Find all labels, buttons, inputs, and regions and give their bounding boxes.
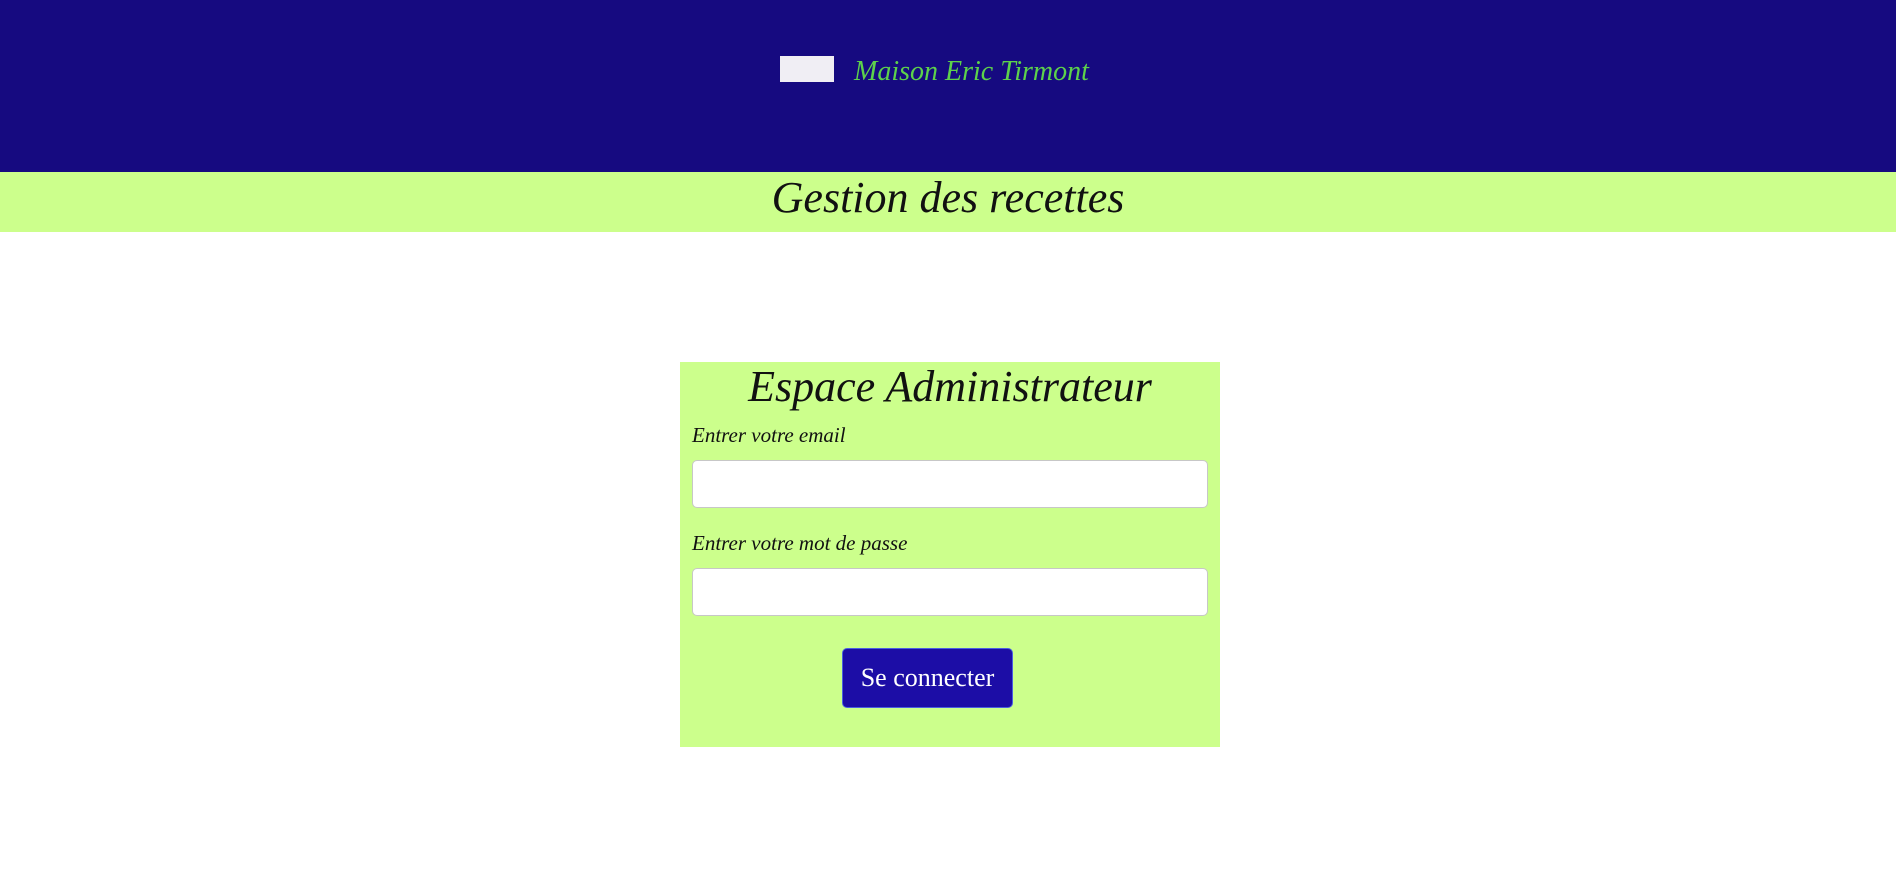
password-label: Entrer votre mot de passe xyxy=(692,531,908,555)
email-field[interactable] xyxy=(692,460,1208,508)
login-button[interactable]: Se connecter xyxy=(842,648,1013,708)
site-header: Maison Eric Tirmont xyxy=(0,0,1896,172)
email-label: Entrer votre email xyxy=(692,423,846,447)
admin-login-form: Espace Administrateur Entrer votre email… xyxy=(680,362,1220,747)
password-field[interactable] xyxy=(692,568,1208,616)
logo-placeholder-icon xyxy=(780,56,834,82)
page-title: Gestion des recettes xyxy=(771,173,1125,222)
brand-name: Maison Eric Tirmont xyxy=(854,56,1089,87)
section-banner: Gestion des recettes xyxy=(0,172,1896,232)
form-title: Espace Administrateur xyxy=(748,362,1152,411)
